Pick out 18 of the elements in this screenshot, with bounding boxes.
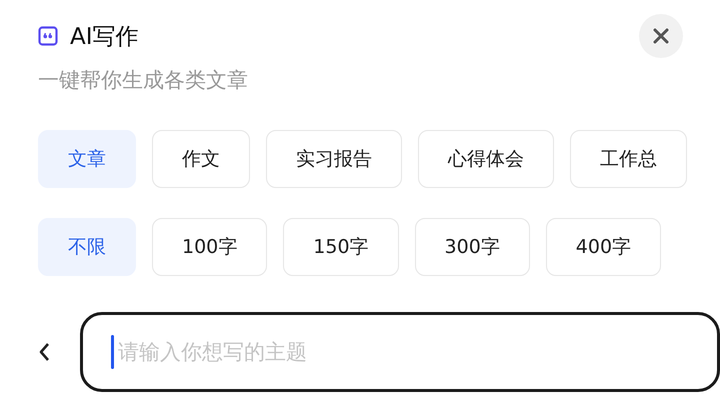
type-chip[interactable]: 心得体会 <box>418 130 554 188</box>
panel-title: AI写作 <box>70 22 139 52</box>
length-chip[interactable]: 150字 <box>283 218 399 276</box>
back-icon <box>38 342 50 362</box>
type-chip[interactable]: 实习报告 <box>266 130 402 188</box>
length-chip[interactable]: 400字 <box>546 218 662 276</box>
close-button[interactable] <box>639 14 683 58</box>
type-chip[interactable]: 工作总 <box>570 130 687 188</box>
length-chip[interactable]: 300字 <box>414 218 530 276</box>
text-cursor <box>111 335 114 369</box>
type-chip[interactable]: 作文 <box>152 130 250 188</box>
type-chip[interactable]: 文章 <box>38 130 136 188</box>
length-chip[interactable]: 不限 <box>38 218 136 276</box>
length-chip[interactable]: 100字 <box>152 218 268 276</box>
quote-icon <box>38 26 58 46</box>
topic-input-field[interactable]: 请输入你想写的主题 <box>80 312 720 392</box>
close-icon <box>653 28 669 44</box>
panel-subtitle: 一键帮你生成各类文章 <box>38 67 249 94</box>
